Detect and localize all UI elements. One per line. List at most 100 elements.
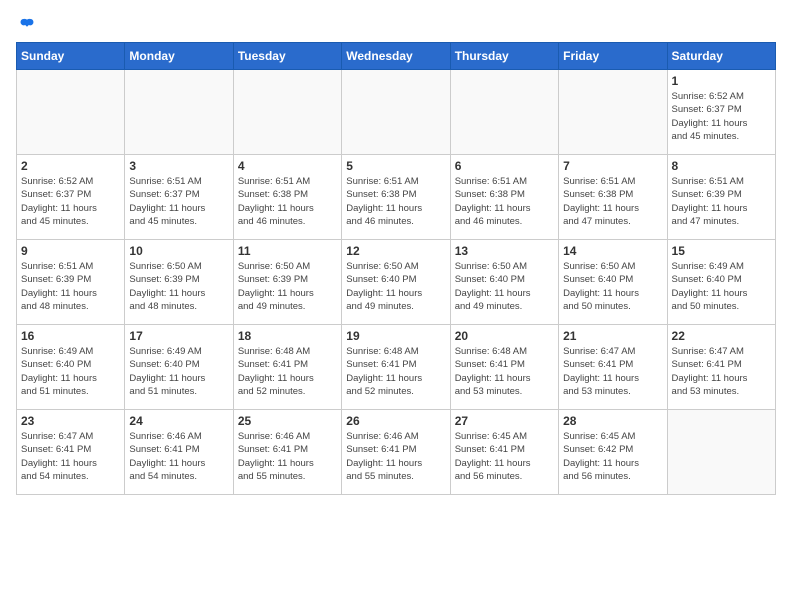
day-number: 21 <box>563 329 662 343</box>
column-header-wednesday: Wednesday <box>342 43 450 70</box>
column-header-sunday: Sunday <box>17 43 125 70</box>
day-number: 17 <box>129 329 228 343</box>
cell-info: Sunrise: 6:50 AM Sunset: 6:40 PM Dayligh… <box>455 260 554 313</box>
cell-info: Sunrise: 6:49 AM Sunset: 6:40 PM Dayligh… <box>672 260 771 313</box>
cell-info: Sunrise: 6:51 AM Sunset: 6:39 PM Dayligh… <box>672 175 771 228</box>
calendar-cell: 4 Sunrise: 6:51 AM Sunset: 6:38 PM Daylig… <box>233 155 341 240</box>
week-row-5: 23 Sunrise: 6:47 AM Sunset: 6:41 PM Dayli… <box>17 410 776 495</box>
calendar-cell: 8 Sunrise: 6:51 AM Sunset: 6:39 PM Daylig… <box>667 155 775 240</box>
page-header <box>16 16 776 34</box>
cell-info: Sunrise: 6:51 AM Sunset: 6:38 PM Dayligh… <box>238 175 337 228</box>
cell-info: Sunrise: 6:49 AM Sunset: 6:40 PM Dayligh… <box>21 345 120 398</box>
calendar-cell <box>17 70 125 155</box>
calendar-cell: 16 Sunrise: 6:49 AM Sunset: 6:40 PM Dayli… <box>17 325 125 410</box>
day-number: 15 <box>672 244 771 258</box>
day-number: 20 <box>455 329 554 343</box>
calendar-cell: 12Sunrise: 6:50 AM Sunset: 6:40 PM Dayli… <box>342 240 450 325</box>
cell-info: Sunrise: 6:48 AM Sunset: 6:41 PM Dayligh… <box>455 345 554 398</box>
calendar-cell: 28 Sunrise: 6:45 AM Sunset: 6:42 PM Dayli… <box>559 410 667 495</box>
day-number: 28 <box>563 414 662 428</box>
calendar-cell <box>342 70 450 155</box>
calendar-cell: 6 Sunrise: 6:51 AM Sunset: 6:38 PM Daylig… <box>450 155 558 240</box>
day-number: 14 <box>563 244 662 258</box>
calendar-cell: 13 Sunrise: 6:50 AM Sunset: 6:40 PM Dayli… <box>450 240 558 325</box>
calendar-cell: 22 Sunrise: 6:47 AM Sunset: 6:41 PM Dayli… <box>667 325 775 410</box>
calendar-cell: 27 Sunrise: 6:45 AM Sunset: 6:41 PM Dayli… <box>450 410 558 495</box>
calendar-table: SundayMondayTuesdayWednesdayThursdayFrid… <box>16 42 776 495</box>
week-row-1: 1 Sunrise: 6:52 AM Sunset: 6:37 PM Daylig… <box>17 70 776 155</box>
cell-info: Sunrise: 6:47 AM Sunset: 6:41 PM Dayligh… <box>563 345 662 398</box>
cell-info: Sunrise: 6:45 AM Sunset: 6:41 PM Dayligh… <box>455 430 554 483</box>
day-number: 12 <box>346 244 445 258</box>
cell-info: Sunrise: 6:51 AM Sunset: 6:38 PM Dayligh… <box>346 175 445 228</box>
day-number: 22 <box>672 329 771 343</box>
calendar-cell: 23 Sunrise: 6:47 AM Sunset: 6:41 PM Dayli… <box>17 410 125 495</box>
cell-info: Sunrise: 6:47 AM Sunset: 6:41 PM Dayligh… <box>672 345 771 398</box>
cell-info: Sunrise: 6:49 AM Sunset: 6:40 PM Dayligh… <box>129 345 228 398</box>
calendar-cell: 9Sunrise: 6:51 AM Sunset: 6:39 PM Daylig… <box>17 240 125 325</box>
day-number: 26 <box>346 414 445 428</box>
cell-info: Sunrise: 6:46 AM Sunset: 6:41 PM Dayligh… <box>346 430 445 483</box>
calendar-cell: 14 Sunrise: 6:50 AM Sunset: 6:40 PM Dayli… <box>559 240 667 325</box>
day-number: 10 <box>129 244 228 258</box>
calendar-cell: 2 Sunrise: 6:52 AM Sunset: 6:37 PM Daylig… <box>17 155 125 240</box>
calendar-cell: 24 Sunrise: 6:46 AM Sunset: 6:41 PM Dayli… <box>125 410 233 495</box>
cell-info: Sunrise: 6:45 AM Sunset: 6:42 PM Dayligh… <box>563 430 662 483</box>
day-number: 2 <box>21 159 120 173</box>
day-number: 23 <box>21 414 120 428</box>
calendar-header-row: SundayMondayTuesdayWednesdayThursdayFrid… <box>17 43 776 70</box>
logo <box>16 16 36 34</box>
cell-info: Sunrise: 6:50 AM Sunset: 6:40 PM Dayligh… <box>563 260 662 313</box>
day-number: 4 <box>238 159 337 173</box>
calendar-cell: 11 Sunrise: 6:50 AM Sunset: 6:39 PM Dayli… <box>233 240 341 325</box>
calendar-cell: 5 Sunrise: 6:51 AM Sunset: 6:38 PM Daylig… <box>342 155 450 240</box>
day-number: 16 <box>21 329 120 343</box>
calendar-cell <box>667 410 775 495</box>
calendar-cell: 21 Sunrise: 6:47 AM Sunset: 6:41 PM Dayli… <box>559 325 667 410</box>
calendar-cell: 25 Sunrise: 6:46 AM Sunset: 6:41 PM Dayli… <box>233 410 341 495</box>
day-number: 25 <box>238 414 337 428</box>
calendar-cell <box>450 70 558 155</box>
cell-info: Sunrise: 6:47 AM Sunset: 6:41 PM Dayligh… <box>21 430 120 483</box>
day-number: 11 <box>238 244 337 258</box>
day-number: 7 <box>563 159 662 173</box>
column-header-saturday: Saturday <box>667 43 775 70</box>
cell-info: Sunrise: 6:46 AM Sunset: 6:41 PM Dayligh… <box>238 430 337 483</box>
day-number: 3 <box>129 159 228 173</box>
calendar-cell: 18Sunrise: 6:48 AM Sunset: 6:41 PM Dayli… <box>233 325 341 410</box>
column-header-monday: Monday <box>125 43 233 70</box>
calendar-cell: 10 Sunrise: 6:50 AM Sunset: 6:39 PM Dayli… <box>125 240 233 325</box>
cell-info: Sunrise: 6:51 AM Sunset: 6:38 PM Dayligh… <box>455 175 554 228</box>
column-header-tuesday: Tuesday <box>233 43 341 70</box>
day-number: 27 <box>455 414 554 428</box>
cell-info: Sunrise: 6:50 AM Sunset: 6:39 PM Dayligh… <box>129 260 228 313</box>
cell-info: Sunrise: 6:51 AM Sunset: 6:39 PM Dayligh… <box>21 260 120 313</box>
day-number: 13 <box>455 244 554 258</box>
calendar-cell <box>559 70 667 155</box>
cell-info: Sunrise: 6:48 AM Sunset: 6:41 PM Dayligh… <box>346 345 445 398</box>
day-number: 19 <box>346 329 445 343</box>
cell-info: Sunrise: 6:50 AM Sunset: 6:39 PM Dayligh… <box>238 260 337 313</box>
day-number: 1 <box>672 74 771 88</box>
day-number: 24 <box>129 414 228 428</box>
day-number: 8 <box>672 159 771 173</box>
calendar-cell: 7 Sunrise: 6:51 AM Sunset: 6:38 PM Daylig… <box>559 155 667 240</box>
day-number: 18 <box>238 329 337 343</box>
cell-info: Sunrise: 6:51 AM Sunset: 6:38 PM Dayligh… <box>563 175 662 228</box>
day-number: 6 <box>455 159 554 173</box>
column-header-friday: Friday <box>559 43 667 70</box>
cell-info: Sunrise: 6:52 AM Sunset: 6:37 PM Dayligh… <box>21 175 120 228</box>
column-header-thursday: Thursday <box>450 43 558 70</box>
cell-info: Sunrise: 6:51 AM Sunset: 6:37 PM Dayligh… <box>129 175 228 228</box>
calendar-cell <box>233 70 341 155</box>
week-row-4: 16 Sunrise: 6:49 AM Sunset: 6:40 PM Dayli… <box>17 325 776 410</box>
calendar-cell: 3 Sunrise: 6:51 AM Sunset: 6:37 PM Daylig… <box>125 155 233 240</box>
day-number: 5 <box>346 159 445 173</box>
calendar-cell: 19 Sunrise: 6:48 AM Sunset: 6:41 PM Dayli… <box>342 325 450 410</box>
cell-info: Sunrise: 6:52 AM Sunset: 6:37 PM Dayligh… <box>672 90 771 143</box>
week-row-2: 2 Sunrise: 6:52 AM Sunset: 6:37 PM Daylig… <box>17 155 776 240</box>
calendar-cell: 1 Sunrise: 6:52 AM Sunset: 6:37 PM Daylig… <box>667 70 775 155</box>
calendar-cell: 17 Sunrise: 6:49 AM Sunset: 6:40 PM Dayli… <box>125 325 233 410</box>
cell-info: Sunrise: 6:46 AM Sunset: 6:41 PM Dayligh… <box>129 430 228 483</box>
calendar-cell: 20 Sunrise: 6:48 AM Sunset: 6:41 PM Dayli… <box>450 325 558 410</box>
